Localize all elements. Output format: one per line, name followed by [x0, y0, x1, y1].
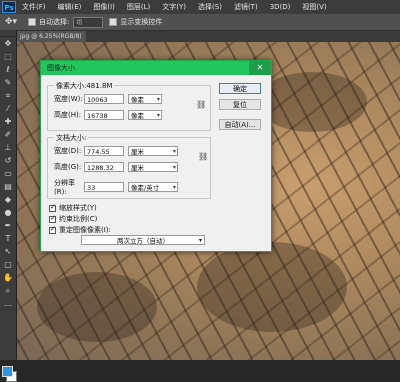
- auto-select-label: 自动选择:: [39, 18, 70, 26]
- scale-styles-option[interactable]: ✓ 缩放样式(Y): [49, 203, 97, 213]
- scale-styles-label: 缩放样式(Y): [59, 204, 97, 212]
- ok-button[interactable]: 确定: [219, 83, 261, 94]
- move-tool-icon[interactable]: ✥▾: [0, 16, 22, 28]
- toolbar-grip[interactable]: [0, 30, 16, 37]
- doc-height-label: 高度(G):: [54, 163, 82, 171]
- brush-tool-icon[interactable]: ✐: [0, 128, 16, 141]
- scale-styles-checkbox[interactable]: ✓: [49, 202, 56, 212]
- crop-tool-icon[interactable]: ⌗: [0, 89, 16, 102]
- eraser-tool-icon[interactable]: ▭: [0, 167, 16, 180]
- menu-select[interactable]: 选择(S): [192, 2, 228, 12]
- auto-select-checkbox[interactable]: [28, 18, 36, 26]
- history-brush-icon[interactable]: ↺: [0, 154, 16, 167]
- menu-edit[interactable]: 编辑(E): [52, 2, 88, 12]
- gradient-tool-icon[interactable]: ▤: [0, 180, 16, 193]
- checkmark-icon: ✓: [50, 202, 56, 211]
- tools-panel: ✥ ⬚ ℓ ✎ ⌗ ⁄ ✚ ✐ ⊥ ↺ ▭ ▤ ◆ ● ✒ T ↖ ▢ ✋ ⌕ …: [0, 30, 17, 382]
- painting-shadow: [197, 242, 347, 332]
- lasso-tool-icon[interactable]: ℓ: [0, 63, 16, 76]
- checkmark-icon: ✓: [50, 213, 56, 222]
- pixel-dimensions-group: 像素大小:481.8M 宽度(W): 10063 像素 ▾ 高度(H): 1673…: [47, 81, 211, 131]
- blur-tool-icon[interactable]: ◆: [0, 193, 16, 206]
- foreground-color-swatch[interactable]: [2, 366, 13, 377]
- menu-3d[interactable]: 3D(D): [264, 3, 297, 11]
- constrain-option[interactable]: ✓ 约束比例(C): [49, 214, 97, 224]
- doc-height-input[interactable]: 1288.32: [84, 162, 124, 172]
- clone-stamp-icon[interactable]: ⊥: [0, 141, 16, 154]
- chevron-down-icon: ▾: [198, 237, 202, 244]
- chevron-down-icon: ▾: [156, 96, 160, 103]
- menu-layer[interactable]: 图层(L): [121, 2, 156, 12]
- resolution-input[interactable]: 33: [84, 182, 124, 192]
- link-chain-icon: ⛓: [196, 100, 207, 109]
- pixel-height-input[interactable]: 16738: [84, 110, 124, 120]
- healing-brush-icon[interactable]: ✚: [0, 115, 16, 128]
- close-icon[interactable]: ✕: [249, 61, 271, 75]
- doc-height-unit-select[interactable]: 厘米 ▾: [128, 162, 178, 172]
- pixel-height-unit: 像素: [131, 112, 144, 120]
- document-tab[interactable]: jpg @ 6.25%(RGB/8): [16, 31, 86, 42]
- reset-button[interactable]: 复位: [219, 99, 261, 110]
- chevron-down-icon: ▾: [156, 112, 160, 119]
- resample-method-select[interactable]: 两次立方（自动） ▾: [81, 235, 205, 245]
- eyedropper-tool-icon[interactable]: ⁄: [0, 102, 16, 115]
- menu-image[interactable]: 图像(I): [87, 2, 121, 12]
- hand-tool-icon[interactable]: ✋: [0, 271, 16, 284]
- quick-select-tool-icon[interactable]: ✎: [0, 76, 16, 89]
- pixel-height-unit-select[interactable]: 像素 ▾: [128, 110, 162, 120]
- dialog-title: 图像大小: [41, 61, 271, 75]
- shape-tool-icon[interactable]: ▢: [0, 258, 16, 271]
- more-tools-icon[interactable]: …: [0, 297, 16, 310]
- resample-option[interactable]: ✓ 重定图像像素(I):: [49, 225, 111, 235]
- chevron-down-icon: ▾: [172, 164, 176, 171]
- menu-bar: Ps 文件(F) 编辑(E) 图像(I) 图层(L) 文字(Y) 选择(S) 滤…: [0, 0, 400, 14]
- document-size-label: 文档大小:: [54, 133, 89, 143]
- resample-method-value: 两次立方（自动）: [117, 237, 169, 245]
- doc-width-label: 宽度(D):: [54, 147, 82, 155]
- pixel-width-input[interactable]: 10063: [84, 94, 124, 104]
- menu-filter[interactable]: 滤镜(T): [228, 2, 264, 12]
- image-size-dialog: 图像大小 ✕ 像素大小:481.8M 宽度(W): 10063 像素 ▾ 高度(H…: [40, 60, 272, 252]
- painting-shadow: [257, 72, 367, 132]
- marquee-tool-icon[interactable]: ⬚: [0, 50, 16, 63]
- pixel-dimensions-label: 像素大小:481.8M: [54, 81, 115, 91]
- move-tool-icon[interactable]: ✥: [0, 37, 16, 50]
- type-tool-icon[interactable]: T: [0, 232, 16, 245]
- resolution-unit: 像素/英寸: [131, 184, 160, 192]
- auto-select-dropdown[interactable]: 组: [73, 16, 104, 28]
- doc-width-unit-select[interactable]: 厘米 ▾: [128, 146, 178, 156]
- pen-tool-icon[interactable]: ✒: [0, 219, 16, 232]
- doc-width-input[interactable]: 774.55: [84, 146, 124, 156]
- pixel-width-unit: 像素: [131, 96, 144, 104]
- checkmark-icon: ✓: [50, 224, 56, 233]
- path-select-icon[interactable]: ↖: [0, 245, 16, 258]
- chevron-down-icon: ▾: [172, 184, 176, 191]
- pixel-width-unit-select[interactable]: 像素 ▾: [128, 94, 162, 104]
- options-bar: ✥▾ 自动选择: 组 显示变换控件: [0, 14, 400, 31]
- link-chain-icon: ⛓: [198, 152, 209, 161]
- pixel-width-label: 宽度(W):: [54, 95, 83, 103]
- resolution-label: 分辨率(R):: [54, 179, 75, 196]
- menu-type[interactable]: 文字(Y): [156, 2, 192, 12]
- zoom-tool-icon[interactable]: ⌕: [0, 284, 16, 297]
- resample-checkbox[interactable]: ✓: [49, 224, 56, 234]
- doc-height-unit: 厘米: [131, 164, 144, 172]
- painting-shadow: [37, 272, 157, 342]
- menu-file[interactable]: 文件(F): [16, 2, 52, 12]
- pixel-height-label: 高度(H):: [54, 111, 82, 119]
- document-tab-bar: jpg @ 6.25%(RGB/8): [16, 31, 400, 42]
- transform-controls-label: 显示变换控件: [120, 18, 163, 26]
- constrain-checkbox[interactable]: ✓: [49, 213, 56, 223]
- constrain-label: 约束比例(C): [59, 215, 98, 223]
- dodge-tool-icon[interactable]: ●: [0, 206, 16, 219]
- resample-label: 重定图像像素(I):: [59, 226, 111, 234]
- photoshop-logo: Ps: [2, 1, 16, 13]
- resolution-unit-select[interactable]: 像素/英寸 ▾: [128, 182, 178, 192]
- document-size-group: 文档大小: 宽度(D): 774.55 厘米 ▾ 高度(G): 1288.32 厘…: [47, 133, 211, 199]
- auto-button[interactable]: 自动(A)...: [219, 119, 261, 130]
- doc-width-unit: 厘米: [131, 148, 144, 156]
- transform-controls-checkbox[interactable]: [109, 18, 118, 26]
- chevron-down-icon: ▾: [172, 148, 176, 155]
- menu-view[interactable]: 视图(V): [296, 2, 332, 12]
